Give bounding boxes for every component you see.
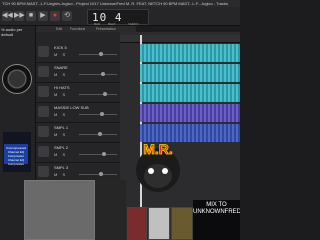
volume-knob[interactable] — [101, 72, 105, 76]
artist-photo — [95, 180, 126, 240]
album-cover — [148, 207, 170, 240]
track-row[interactable]: SMPL 1 M S — [36, 123, 120, 143]
volume-slider[interactable] — [79, 152, 117, 156]
track-name: MASSIE LOW SUB — [54, 105, 89, 110]
track-icon — [38, 166, 49, 177]
track-icon — [38, 86, 49, 97]
mute-solo-buttons[interactable]: M S — [54, 152, 67, 157]
track-row[interactable]: HI HATS M S — [36, 83, 120, 103]
mute-solo-buttons[interactable]: M S — [54, 52, 67, 57]
track-name: KICK 5 — [54, 45, 67, 50]
track-name: SMPL 3 — [54, 165, 69, 170]
volume-knob[interactable] — [102, 152, 106, 156]
album-cover — [171, 207, 193, 240]
audio-region[interactable] — [140, 64, 240, 82]
mute-solo-buttons[interactable]: M S — [54, 172, 67, 177]
mute-solo-buttons[interactable]: M S — [54, 72, 67, 77]
volume-knob[interactable] — [99, 172, 103, 176]
volume-knob[interactable] — [98, 132, 102, 136]
artist-photo — [24, 180, 95, 240]
cycle-button[interactable]: ⟲ — [62, 11, 72, 21]
volume-slider[interactable] — [79, 92, 117, 96]
volume-slider[interactable] — [79, 52, 117, 56]
volume-knob[interactable] — [103, 92, 107, 96]
midi-region[interactable] — [140, 104, 240, 122]
track-name: SNARE — [54, 65, 68, 70]
mute-solo-buttons[interactable]: M S — [54, 92, 67, 97]
track-icon — [38, 46, 49, 57]
track-row[interactable]: SNARE M S — [36, 63, 120, 83]
audio-region[interactable] — [140, 84, 240, 102]
fastforward-button[interactable]: ▶▶ — [14, 11, 25, 21]
inspector-header: % audio per default — [1, 27, 23, 37]
volume-slider[interactable] — [79, 112, 117, 116]
track-name: SMPL 1 — [54, 125, 69, 130]
volume-slider[interactable] — [79, 72, 117, 76]
timeline-ruler[interactable] — [120, 35, 240, 240]
mix-title: MIX TO UNKNOWNFRED — [193, 200, 240, 240]
window-title: TCH 90 BPM MAST...L.F.Ungbin-Jugico - Pr… — [0, 0, 240, 7]
track-icon — [38, 126, 49, 137]
mute-solo-buttons[interactable]: M S — [54, 112, 67, 117]
track-name: HI HATS — [54, 85, 70, 90]
transport-bar: ◀◀ ▶▶ ■ ▶ ● ⟲ 10 4 BAR BEAT TEMPO — [0, 7, 240, 26]
play-button[interactable]: ▶ — [38, 11, 48, 21]
track-row[interactable]: KICK 5 M S — [36, 43, 120, 63]
mute-solo-buttons[interactable]: M S — [54, 132, 67, 137]
channel-strip-plugins[interactable]: Uncompressed Channel EQ Compressor Chann… — [4, 144, 28, 166]
mr-logo: M.R. — [136, 141, 180, 192]
volume-slider[interactable] — [79, 132, 117, 136]
track-row[interactable]: MASSIE LOW SUB M S — [36, 103, 120, 123]
volume-knob[interactable] — [99, 52, 103, 56]
track-icon — [38, 66, 49, 77]
track-icon — [38, 146, 49, 157]
track-row[interactable]: SMPL 2 M S — [36, 143, 120, 163]
audio-region[interactable] — [140, 44, 240, 62]
rewind-button[interactable]: ◀◀ — [2, 11, 13, 21]
mr-logo-text: M.R. — [143, 141, 173, 157]
record-button[interactable]: ● — [50, 11, 60, 21]
volume-slider[interactable] — [79, 172, 117, 176]
artist-logo — [2, 64, 32, 94]
track-name: SMPL 2 — [54, 145, 69, 150]
plugin-slot[interactable]: Compressor — [4, 162, 28, 166]
volume-knob[interactable] — [100, 112, 104, 116]
lcd-display[interactable]: 10 4 BAR BEAT TEMPO — [87, 9, 149, 26]
stop-button[interactable]: ■ — [26, 11, 36, 21]
track-icon — [38, 106, 49, 117]
mix-title-text: MIX TO UNKNOWNFRED — [193, 202, 240, 215]
album-cover — [127, 207, 147, 240]
